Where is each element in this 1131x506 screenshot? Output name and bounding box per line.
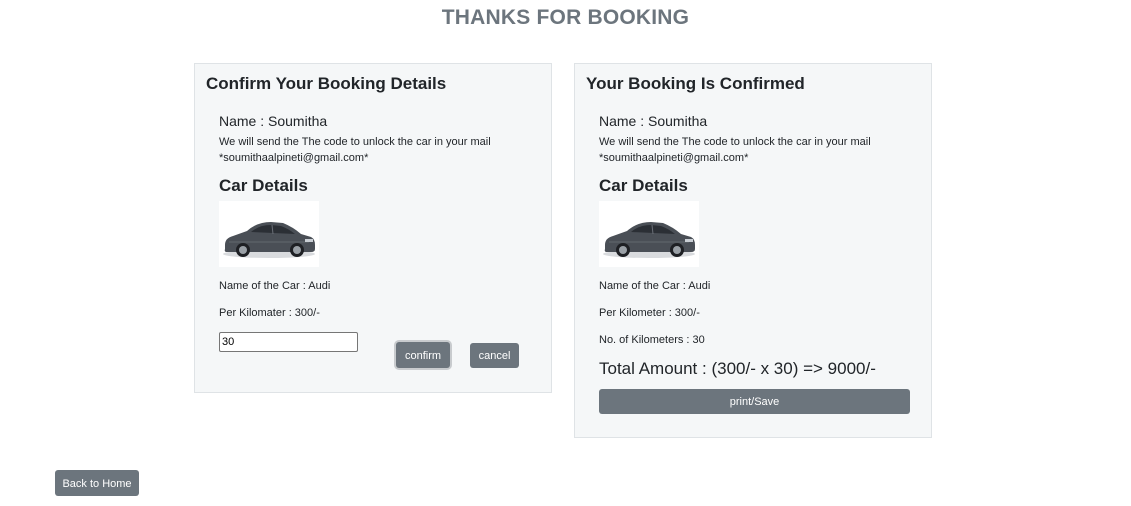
booking-confirmed-card: Your Booking Is Confirmed Name : Soumith… (574, 63, 932, 438)
customer-name: Name : Soumitha (219, 113, 328, 129)
mail-notice: We will send the The code to unlock the … (599, 136, 871, 148)
car-name: Name of the Car : Audi (599, 280, 711, 292)
confirmed-card-body: Name : Soumitha We will send the The cod… (586, 113, 920, 414)
page-title: THANKS FOR BOOKING (441, 6, 690, 29)
confirm-button[interactable]: confirm (396, 342, 450, 368)
total-amount: Total Amount : (300/- x 30) => 9000/- (599, 359, 876, 378)
customer-email: *soumithaalpineti@gmail.com* (219, 152, 369, 164)
print-save-button[interactable]: print/Save (599, 389, 910, 414)
car-name: Name of the Car : Audi (219, 280, 331, 292)
confirm-card-body: Name : Soumitha We will send the The cod… (206, 113, 540, 352)
per-km-rate: Per Kilometer : 300/- (599, 307, 700, 319)
mail-notice: We will send the The code to unlock the … (219, 136, 491, 148)
car-image (219, 201, 319, 267)
num-kilometers: No. of Kilometers : 30 (599, 334, 705, 346)
car-details-heading: Car Details (599, 176, 688, 195)
customer-email: *soumithaalpineti@gmail.com* (599, 152, 749, 164)
per-km-rate: Per Kilomater : 300/- (219, 307, 320, 319)
cancel-button[interactable]: cancel (470, 343, 519, 368)
confirmed-card-heading: Your Booking Is Confirmed (586, 74, 805, 93)
car-image (599, 201, 699, 267)
customer-name: Name : Soumitha (599, 113, 708, 129)
kilometers-input[interactable] (219, 332, 358, 352)
car-details-heading: Car Details (219, 176, 308, 195)
confirm-card-heading: Confirm Your Booking Details (206, 74, 447, 93)
back-to-home-button[interactable]: Back to Home (55, 470, 139, 496)
confirm-booking-card: Confirm Your Booking Details Name : Soum… (194, 63, 552, 393)
